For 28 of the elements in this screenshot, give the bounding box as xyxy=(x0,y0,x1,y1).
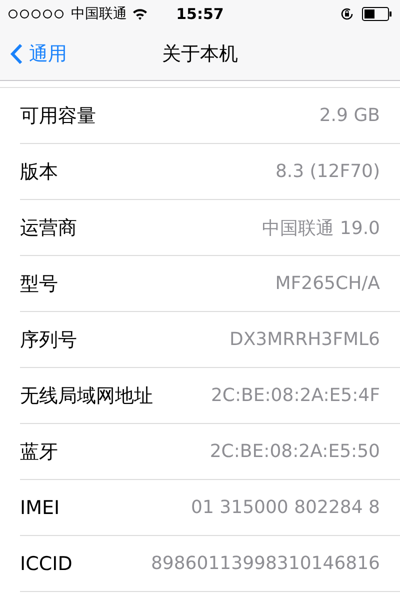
row-label: 版本 xyxy=(20,160,58,184)
row-label: 序列号 xyxy=(20,328,77,352)
row-label: IMEI xyxy=(20,496,60,518)
clock-time: 15:57 xyxy=(176,5,224,23)
row-label: 型号 xyxy=(20,272,58,296)
carrier-name: 中国联通 xyxy=(71,5,127,23)
wifi-icon xyxy=(132,8,148,20)
rotation-lock-icon xyxy=(340,7,354,21)
back-label[interactable]: 通用 xyxy=(29,41,67,67)
row-value: 2C:BE:08:2A:E5:4F xyxy=(210,385,380,406)
row-value: DX3MRRH3FML6 xyxy=(229,329,380,350)
row-label: 无线局域网地址 xyxy=(20,384,153,408)
row-label: 蓝牙 xyxy=(20,440,58,464)
battery-icon xyxy=(362,7,392,21)
chevron-left-icon xyxy=(10,43,23,65)
row-value: 2C:BE:08:2A:E5:50 xyxy=(210,441,380,462)
row-label: 可用容量 xyxy=(20,104,96,128)
row-value: 8.3 (12F70) xyxy=(275,161,380,182)
back-button[interactable]: 通用 xyxy=(0,41,67,67)
row-value: MF265CH/A xyxy=(275,273,380,294)
page-title: 关于本机 xyxy=(162,42,238,67)
signal-icon xyxy=(8,9,66,19)
row-label: 运营商 xyxy=(20,216,77,240)
row-value: 中国联通 19.0 xyxy=(262,216,380,240)
row-label: ICCID xyxy=(20,552,72,574)
row-value: 89860113998310146816 xyxy=(150,553,380,574)
row-value: 2.9 GB xyxy=(319,105,380,126)
row-value: 01 315000 802284 8 xyxy=(191,497,380,518)
